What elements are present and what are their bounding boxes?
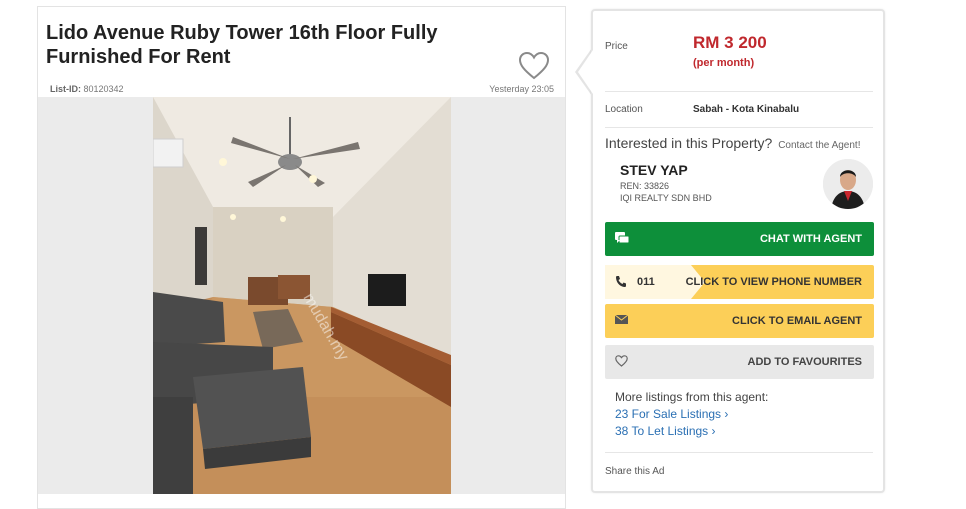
- contact-panel: Price RM 3 200 (per month) Location Saba…: [591, 9, 885, 493]
- view-phone-button[interactable]: 011 CLICK TO VIEW PHONE NUMBER: [605, 265, 874, 299]
- price-label: Price: [605, 41, 628, 52]
- listing-photo[interactable]: mudah.my: [153, 97, 451, 494]
- list-id-label: List-ID:: [50, 84, 81, 94]
- heart-icon[interactable]: [518, 51, 550, 81]
- interested-text: Interested in this Property?: [605, 135, 773, 151]
- agent-name[interactable]: STEV YAP: [620, 162, 688, 178]
- chat-with-agent-button[interactable]: CHAT WITH AGENT: [605, 222, 874, 256]
- divider: [605, 452, 873, 453]
- divider: [605, 91, 873, 92]
- avatar[interactable]: [823, 159, 873, 209]
- share-ad-label[interactable]: Share this Ad: [605, 466, 664, 477]
- location-value: Sabah - Kota Kinabalu: [693, 104, 800, 115]
- interested-heading: Interested in this Property? Contact the…: [605, 135, 860, 151]
- add-to-favourites-button[interactable]: ADD TO FAVOURITES: [605, 345, 874, 379]
- chat-button-label: CHAT WITH AGENT: [759, 233, 862, 245]
- for-sale-listings-link[interactable]: 23 For Sale Listings ›: [615, 407, 728, 421]
- to-let-listings-link[interactable]: 38 To Let Listings ›: [615, 424, 716, 438]
- photo-gallery[interactable]: mudah.my: [38, 97, 565, 494]
- posted-time: Yesterday 23:05: [489, 84, 554, 94]
- view-phone-label: CLICK TO VIEW PHONE NUMBER: [685, 276, 862, 288]
- more-listings-heading: More listings from this agent:: [615, 390, 769, 404]
- location-label: Location: [605, 104, 643, 115]
- listing-title: Lido Avenue Ruby Tower 16th Floor Fully …: [46, 22, 438, 68]
- heart-icon: [615, 355, 628, 370]
- phone-prefix-number: 011: [637, 276, 655, 288]
- price-value: RM 3 200: [693, 33, 767, 52]
- listing-card: Lido Avenue Ruby Tower 16th Floor Fully …: [37, 6, 566, 509]
- divider: [605, 127, 873, 128]
- envelope-icon: [614, 314, 629, 328]
- panel-pointer-inner: [578, 50, 593, 94]
- phone-icon: [615, 275, 627, 291]
- agent-ren: REN: 33826: [620, 181, 670, 191]
- email-agent-label: CLICK TO EMAIL AGENT: [732, 315, 862, 327]
- price-period: (per month): [693, 57, 755, 69]
- listing-meta: List-ID: 80120342 Yesterday 23:05: [50, 84, 554, 96]
- chat-bubble-icon: [615, 232, 630, 248]
- agent-company: IQI REALTY SDN BHD: [620, 193, 712, 203]
- contact-agent-text: Contact the Agent!: [778, 140, 861, 151]
- list-id-value: 80120342: [83, 84, 124, 94]
- email-agent-button[interactable]: CLICK TO EMAIL AGENT: [605, 304, 874, 338]
- phone-prefix: 011: [605, 265, 681, 299]
- add-to-favourites-label: ADD TO FAVOURITES: [747, 356, 863, 368]
